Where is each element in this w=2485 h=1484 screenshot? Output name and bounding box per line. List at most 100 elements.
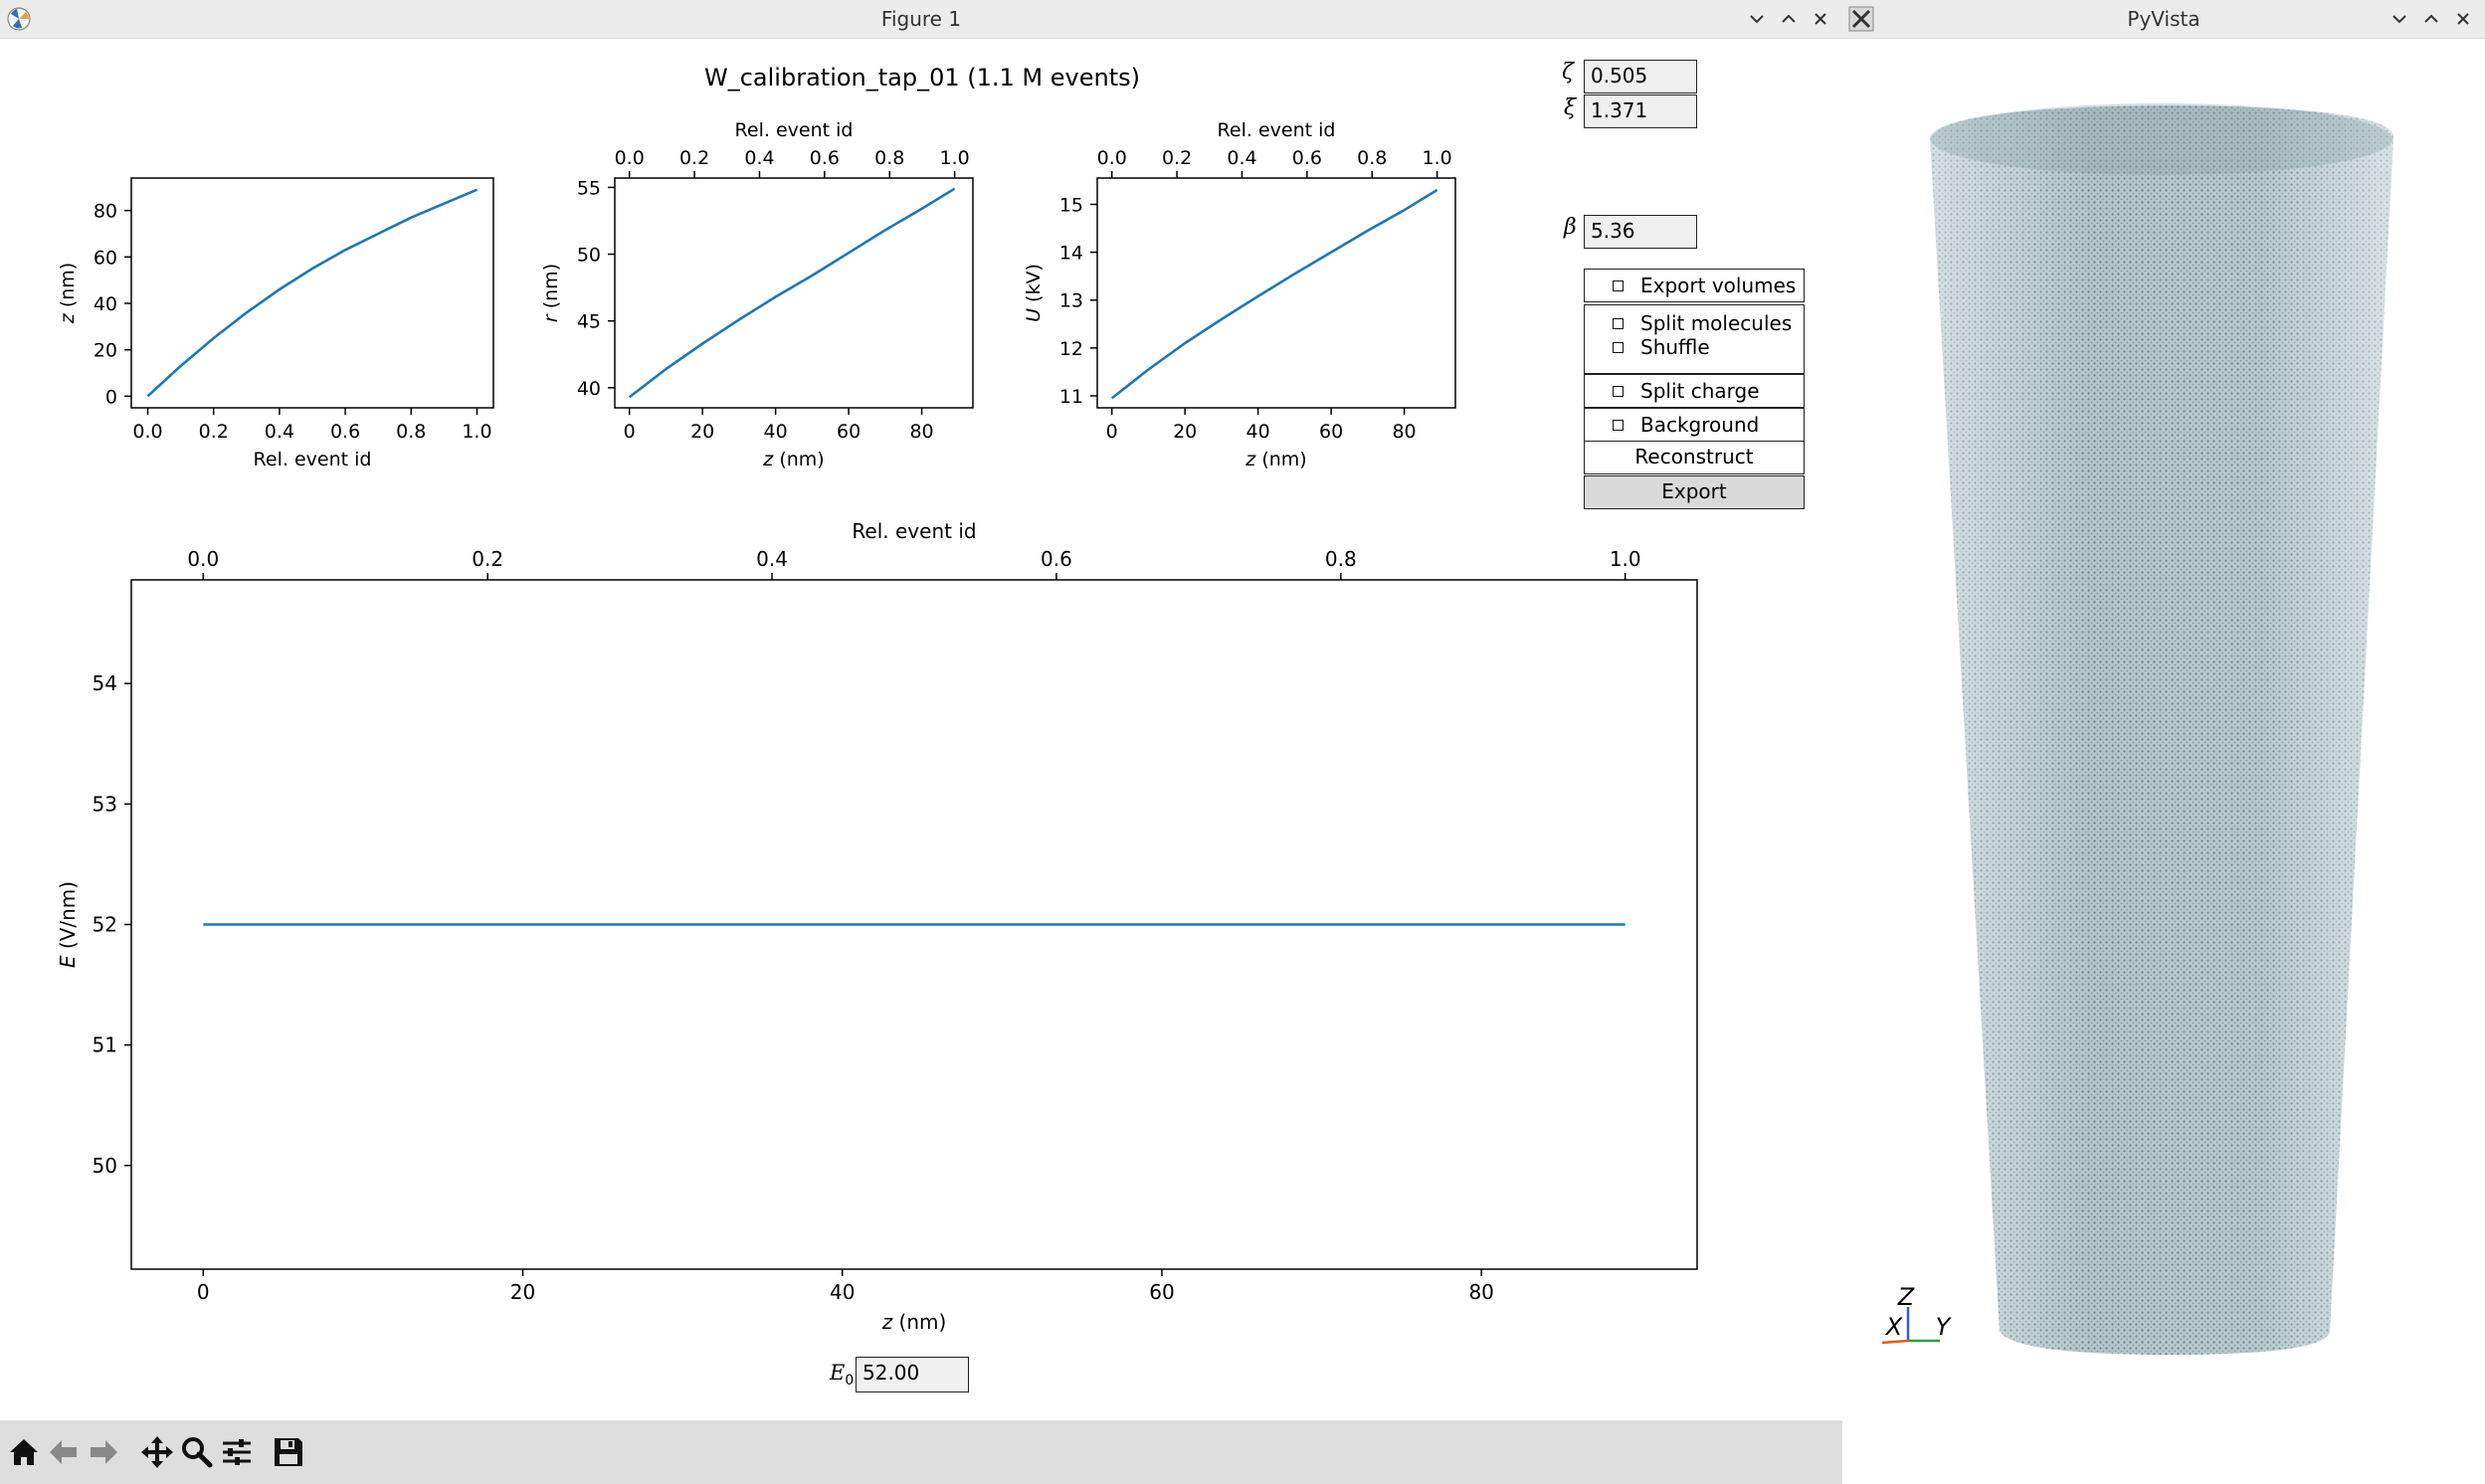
y-tick-label: 45 [577,311,601,333]
pyvista-window: PyVista Z X Y [1842,0,2485,1484]
x-tick-label: 80 [909,421,933,443]
top-x-tick-label: 0.0 [187,547,219,571]
x-tick-label: 0 [624,421,636,443]
top-x-tick-label: 0.4 [1227,147,1256,169]
chart-2: 0 20 40 60 80 40 45 50 55 0.0 0.2 0.4 0.6 0.8 1.0 Rel. … [540,119,974,470]
top-x-tick-label: 0.8 [1357,147,1387,169]
y-tick-label: 53 [93,792,117,816]
x-tick-label: 0.6 [330,421,360,443]
x-tick-label: 60 [1149,1280,1174,1304]
top-x-tick-label: 0.6 [1041,547,1072,571]
orientation-axes: Z X Y [1881,1283,1953,1345]
x-tick-label: 0 [1106,421,1118,443]
chart-1: 0.0 0.2 0.4 0.6 0.8 1.0 0 20 40 60 80 Rel. event id… [57,177,494,470]
y-tick-label: 12 [1059,338,1083,360]
back-icon[interactable] [46,1434,82,1470]
x-tick-label: 40 [764,421,788,443]
x-tick-label: 0.4 [265,421,294,443]
xi-input[interactable]: 1.371 [1584,94,1697,128]
x-tick-label: 60 [837,421,860,443]
x-tick-label: 20 [510,1280,535,1304]
xi-label: ξ [1564,95,1577,120]
top-x-axis-label: Rel. event id [1218,119,1336,141]
beta-input[interactable]: 5.36 [1584,215,1697,249]
figure-suptitle: W_calibration_tap_01 (1.1 M events) [704,64,1140,92]
e0-symbol: E [830,1361,846,1385]
y-tick-label: 60 [94,247,117,269]
shuffle-checkbox[interactable] [1613,342,1624,353]
export-button[interactable]: Export [1584,475,1805,509]
series-line [1110,188,1438,400]
top-x-tick-label: 0.0 [615,147,645,169]
axes-frame [130,177,494,409]
split-molecules-label: Split molecules [1640,311,1793,335]
x-tick-label: 0.2 [199,421,229,443]
beta-label: β [1564,215,1577,240]
configure-icon[interactable] [219,1434,255,1470]
x-axis-label: z (nm) [881,1310,947,1334]
top-x-tick-label: 0.2 [679,147,709,169]
e0-subscript: 0 [845,1373,855,1390]
export-volumes-checkbox[interactable] [1613,280,1624,291]
x-tick-label: 0.0 [132,421,162,443]
zoom-icon[interactable] [179,1434,215,1470]
y-axis-label: r (nm) [540,264,562,322]
split-molecules-shuffle-check[interactable]: Split molecules Shuffle [1584,304,1805,374]
top-x-axis-label: Rel. event id [735,119,854,141]
e0-input[interactable]: 52.00 [856,1357,969,1392]
series-line [628,187,956,399]
y-tick-label: 52 [93,913,117,937]
top-x-tick-label: 1.0 [1423,147,1452,169]
x-tick-label: 40 [830,1280,855,1304]
x-tick-label: 60 [1319,421,1343,443]
top-x-tick-label: 1.0 [1610,547,1641,571]
y-tick-label: 0 [105,386,117,408]
top-x-tick-label: 0.2 [1162,147,1192,169]
y-axis-label: U (kV) [1023,264,1045,322]
x-tick-label: 20 [690,421,714,443]
background-check[interactable]: Background [1584,408,1805,442]
reconstruct-button[interactable]: Reconstruct [1584,441,1805,474]
close-icon[interactable] [1807,5,1834,33]
y-tick-label: 13 [1059,290,1083,312]
x-axis-label: z (nm) [1244,449,1306,470]
close-icon[interactable] [2449,5,2477,33]
chart-3: 0 20 40 60 80 11 12 13 14 15 0.0 0.2 0.4 0.6 0.8 1.0 Rel… [1023,119,1456,470]
figure-canvas: W_calibration_tap_01 (1.1 M events) 0.0 0… [56,64,1698,1334]
chart-4: 0 20 40 60 80 50 51 52 53 54 0.0 0.2 0.4 0.6 0.8 1.0 Rel… [56,519,1698,1334]
maximize-icon[interactable] [2417,5,2445,33]
pyvista-titlebar: PyVista [1842,0,2485,39]
x-tick-label: 20 [1173,421,1197,443]
y-axis-label: E (V/nm) [56,881,80,968]
top-x-axis-label: Rel. event id [852,519,976,543]
top-x-tick-label: 0.8 [874,147,904,169]
export-volumes-check[interactable]: Export volumes [1584,269,1805,302]
y-tick-label: 51 [93,1033,117,1057]
y-tick-label: 50 [577,245,601,267]
split-charge-check[interactable]: Split charge [1584,374,1805,408]
x-tick-label: 80 [1468,1280,1493,1304]
top-x-tick-label: 0.6 [810,147,840,169]
y-tick-label: 50 [93,1154,117,1178]
x-tick-label: 0.8 [396,421,426,443]
x-axis-label: z (nm) [762,449,824,470]
minimize-icon[interactable] [1743,5,1771,33]
y-tick-label: 20 [94,340,117,362]
axis-z-label: Z [1897,1283,1915,1311]
axis-x-label: X [1884,1313,1903,1341]
x-axis-label: Rel. event id [254,449,372,470]
minimize-icon[interactable] [2386,5,2413,33]
y-tick-label: 80 [94,201,117,223]
save-icon[interactable] [271,1434,306,1470]
forward-icon[interactable] [86,1434,121,1470]
series-line [146,188,478,398]
zeta-input[interactable]: 0.505 [1584,60,1697,93]
maximize-icon[interactable] [1775,5,1803,33]
background-label: Background [1640,413,1760,437]
pan-icon[interactable] [139,1434,175,1470]
background-checkbox[interactable] [1613,420,1624,431]
pyvista-render-view[interactable]: Z X Y [1842,40,2485,1484]
split-charge-checkbox[interactable] [1613,386,1624,397]
split-molecules-checkbox[interactable] [1613,318,1624,329]
home-icon[interactable] [6,1434,42,1470]
